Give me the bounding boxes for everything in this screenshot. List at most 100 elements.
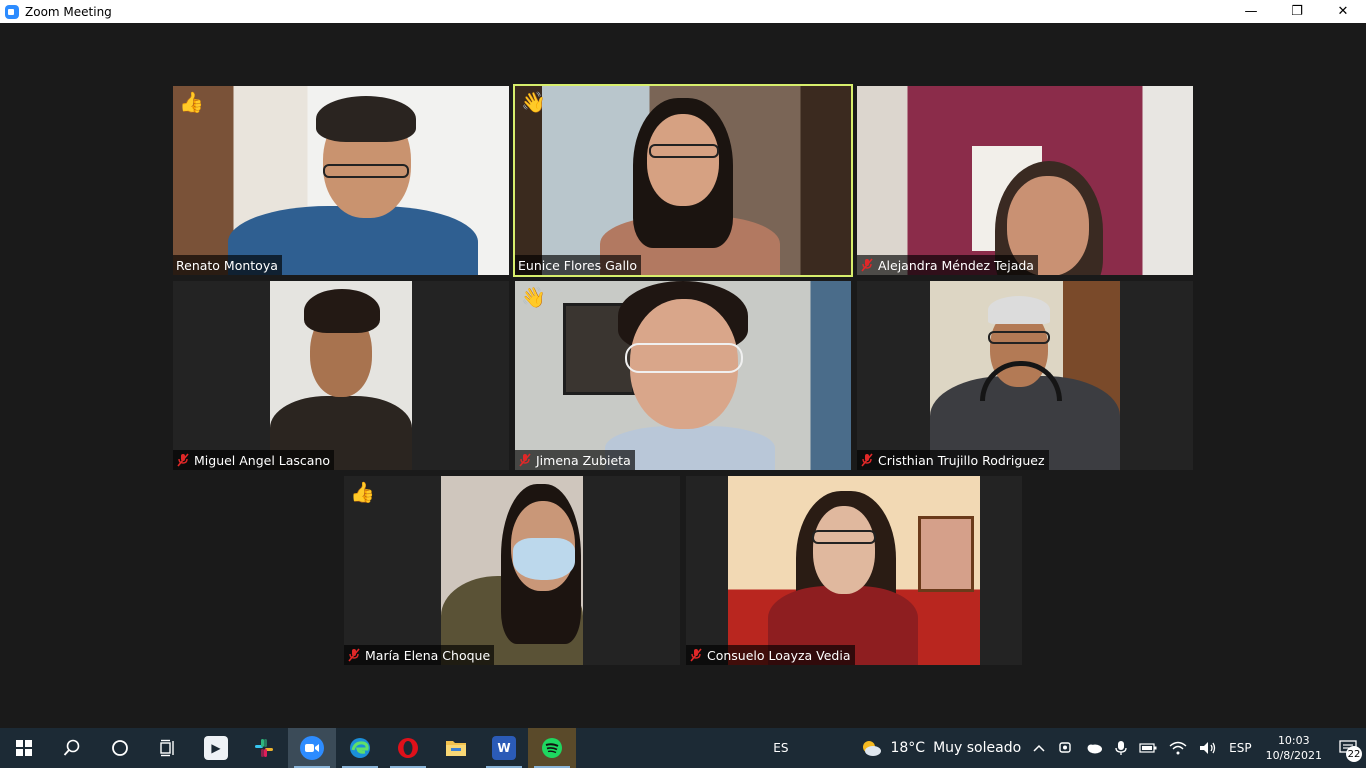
- spotify-button[interactable]: [528, 728, 576, 768]
- participant-name: Consuelo Loayza Vedia: [707, 647, 851, 663]
- participant-video: [270, 281, 412, 470]
- opera-button[interactable]: [384, 728, 432, 768]
- cortana-button[interactable]: [96, 728, 144, 768]
- windows-start-icon: [16, 740, 32, 756]
- window-titlebar: Zoom Meeting — ❐ ✕: [0, 0, 1366, 23]
- onedrive-button[interactable]: [1079, 728, 1109, 768]
- muted-microphone-icon: [860, 258, 874, 272]
- muted-microphone-icon: [518, 453, 532, 467]
- search-icon: [63, 739, 80, 756]
- thumbs-up-reaction-icon: 👍: [179, 90, 204, 114]
- clock[interactable]: 10:03 10/8/2021: [1258, 733, 1330, 763]
- wifi-icon: [1169, 741, 1187, 755]
- participant-name: Renato Montoya: [176, 257, 278, 273]
- battery-button[interactable]: [1133, 728, 1163, 768]
- opera-icon: [398, 738, 418, 758]
- cloud-icon: [1087, 744, 1103, 754]
- notification-count-badge: 22: [1346, 746, 1362, 762]
- file-explorer-icon: [446, 741, 466, 756]
- volume-button[interactable]: [1193, 728, 1223, 768]
- waving-hand-reaction-icon: 👋: [521, 90, 546, 114]
- participant-name-label: Alejandra Méndez Tejada: [857, 255, 1038, 275]
- clock-time: 10:03: [1277, 734, 1310, 747]
- participant-video: [728, 476, 980, 665]
- word-icon: W: [492, 736, 516, 760]
- network-button[interactable]: [1163, 728, 1193, 768]
- cortana-icon: [112, 740, 128, 756]
- battery-icon: [1139, 743, 1157, 753]
- participant-name-label: Miguel Angel Lascano: [173, 450, 335, 470]
- participant-tile[interactable]: 👋 Jimena Zubieta: [515, 281, 851, 470]
- participant-name: Alejandra Méndez Tejada: [878, 257, 1034, 273]
- participant-name: Eunice Flores Gallo: [518, 257, 638, 273]
- participant-name-label: Jimena Zubieta: [515, 450, 635, 470]
- clock-date: 10/8/2021: [1265, 749, 1322, 762]
- participant-video: [515, 86, 851, 275]
- microphone-icon: [1115, 741, 1127, 755]
- participant-name-label: María Elena Choque: [344, 645, 495, 665]
- participant-name: Cristhian Trujillo Rodriguez: [878, 452, 1045, 468]
- participant-video: [173, 86, 509, 275]
- notification-center-button[interactable]: 22: [1330, 728, 1366, 768]
- zoom-app-icon: [5, 4, 19, 19]
- participant-tile[interactable]: 👍 María Elena Choque: [344, 476, 680, 665]
- participant-name: Miguel Angel Lascano: [194, 452, 331, 468]
- minimize-button[interactable]: —: [1228, 0, 1274, 23]
- zoom-icon: [300, 736, 324, 760]
- participant-name-label: Renato Montoya: [173, 255, 282, 275]
- participant-name: María Elena Choque: [365, 647, 491, 663]
- file-explorer-button[interactable]: [432, 728, 480, 768]
- speaker-icon: [1200, 742, 1216, 754]
- taskbar-search-button[interactable]: [48, 728, 96, 768]
- participant-name: Jimena Zubieta: [536, 452, 631, 468]
- weather-text: Muy soleado: [933, 740, 1022, 756]
- weather-widget[interactable]: 18°C Muy soleado: [854, 728, 1027, 768]
- participant-video: [515, 281, 851, 470]
- muted-microphone-icon: [176, 453, 190, 467]
- muted-microphone-icon: [689, 648, 703, 662]
- participant-name-label: Eunice Flores Gallo: [515, 255, 642, 275]
- app-icon: ▶: [204, 736, 228, 760]
- participant-tile[interactable]: 👍 Renato Montoya: [173, 86, 509, 275]
- windows-taskbar: ▶ W ES 18°C Muy soleado ESP 10:03 10/8/2…: [0, 728, 1366, 768]
- task-view-button[interactable]: [144, 728, 192, 768]
- edge-button[interactable]: [336, 728, 384, 768]
- muted-microphone-icon: [860, 453, 874, 467]
- partly-sunny-icon: [863, 741, 882, 756]
- input-indicator[interactable]: ES: [767, 728, 794, 768]
- participant-video: [857, 86, 1193, 275]
- slack-icon: [255, 739, 273, 757]
- participant-video: [930, 281, 1120, 470]
- participant-name-label: Consuelo Loayza Vedia: [686, 645, 855, 665]
- participant-tile[interactable]: Cristhian Trujillo Rodriguez: [857, 281, 1193, 470]
- system-tray: ES 18°C Muy soleado ESP 10:03 10/8/2021 …: [767, 728, 1366, 768]
- windows-start-button[interactable]: [0, 728, 48, 768]
- meet-now-button[interactable]: [1051, 728, 1079, 768]
- slack-button[interactable]: [240, 728, 288, 768]
- camera-icon: [1059, 742, 1071, 753]
- window-controls: — ❐ ✕: [1228, 0, 1366, 23]
- weather-temp: 18°C: [890, 740, 926, 756]
- zoom-taskbar-button[interactable]: [288, 728, 336, 768]
- participant-video: [441, 476, 583, 665]
- participant-tile[interactable]: Miguel Angel Lascano: [173, 281, 509, 470]
- show-hidden-icons-button[interactable]: [1027, 728, 1051, 768]
- edge-icon: [350, 738, 370, 758]
- spotify-icon: [542, 738, 562, 758]
- muted-microphone-icon: [347, 648, 361, 662]
- participant-tile-active-speaker[interactable]: 👋 Eunice Flores Gallo: [513, 84, 853, 277]
- chevron-up-icon: [1033, 744, 1045, 752]
- language-indicator[interactable]: ESP: [1223, 728, 1257, 768]
- participant-name-label: Cristhian Trujillo Rodriguez: [857, 450, 1049, 470]
- thumbs-up-reaction-icon: 👍: [350, 480, 375, 504]
- participant-tile[interactable]: Alejandra Méndez Tejada: [857, 86, 1193, 275]
- microphone-button[interactable]: [1109, 728, 1133, 768]
- close-button[interactable]: ✕: [1320, 0, 1366, 23]
- task-view-icon: [160, 739, 174, 757]
- restore-button[interactable]: ❐: [1274, 0, 1320, 23]
- waving-hand-reaction-icon: 👋: [521, 285, 546, 309]
- gallery-view: 👍 Renato Montoya 👋 Eunice Flores Gallo A…: [0, 23, 1366, 728]
- taskbar-app-button[interactable]: ▶: [192, 728, 240, 768]
- word-button[interactable]: W: [480, 728, 528, 768]
- participant-tile[interactable]: Consuelo Loayza Vedia: [686, 476, 1022, 665]
